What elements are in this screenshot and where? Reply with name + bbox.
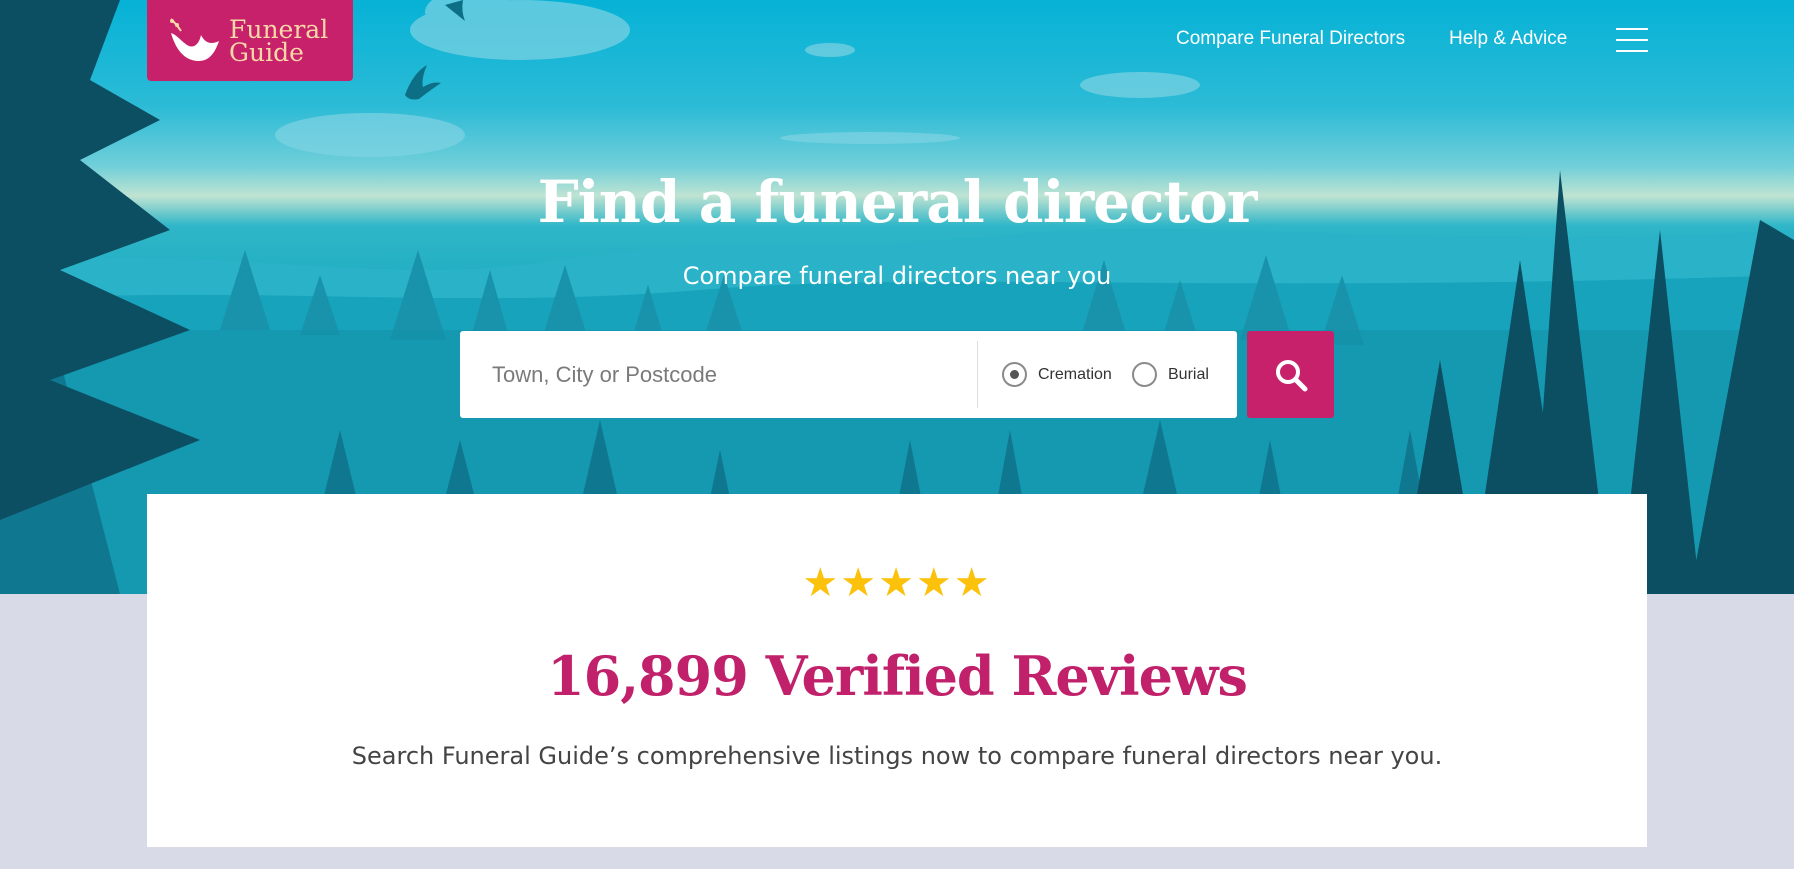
search-divider xyxy=(977,341,978,408)
radio-cremation[interactable]: Cremation xyxy=(1002,362,1112,387)
page-title: Find a funeral director xyxy=(537,168,1258,236)
radio-unselected-icon[interactable] xyxy=(1132,362,1157,387)
search-form: Cremation Burial xyxy=(460,331,1237,418)
reviews-title: 16,899 Verified Reviews xyxy=(547,644,1248,708)
nav-link-compare-funeral-directors[interactable]: Compare Funeral Directors xyxy=(1176,28,1405,50)
hamburger-icon[interactable] xyxy=(1616,28,1648,52)
location-search-input[interactable] xyxy=(460,331,977,418)
reviews-panel: ★★★★★ 16,899 Verified Reviews Search Fun… xyxy=(147,494,1647,847)
reviews-description: Search Funeral Guide’s comprehensive lis… xyxy=(351,742,1443,770)
search-button[interactable] xyxy=(1247,331,1334,418)
radio-cremation-label: Cremation xyxy=(1038,365,1112,383)
nav-link-help-advice[interactable]: Help & Advice xyxy=(1449,28,1567,50)
radio-selected-icon[interactable] xyxy=(1002,362,1027,387)
radio-burial[interactable]: Burial xyxy=(1132,362,1209,387)
radio-burial-label: Burial xyxy=(1168,365,1209,383)
page-subtitle: Compare funeral directors near you xyxy=(682,262,1112,290)
star-rating-icon: ★★★★★ xyxy=(802,560,992,606)
search-icon xyxy=(1275,359,1307,391)
top-navigation: Compare Funeral Directors Help & Advice xyxy=(0,28,1794,52)
